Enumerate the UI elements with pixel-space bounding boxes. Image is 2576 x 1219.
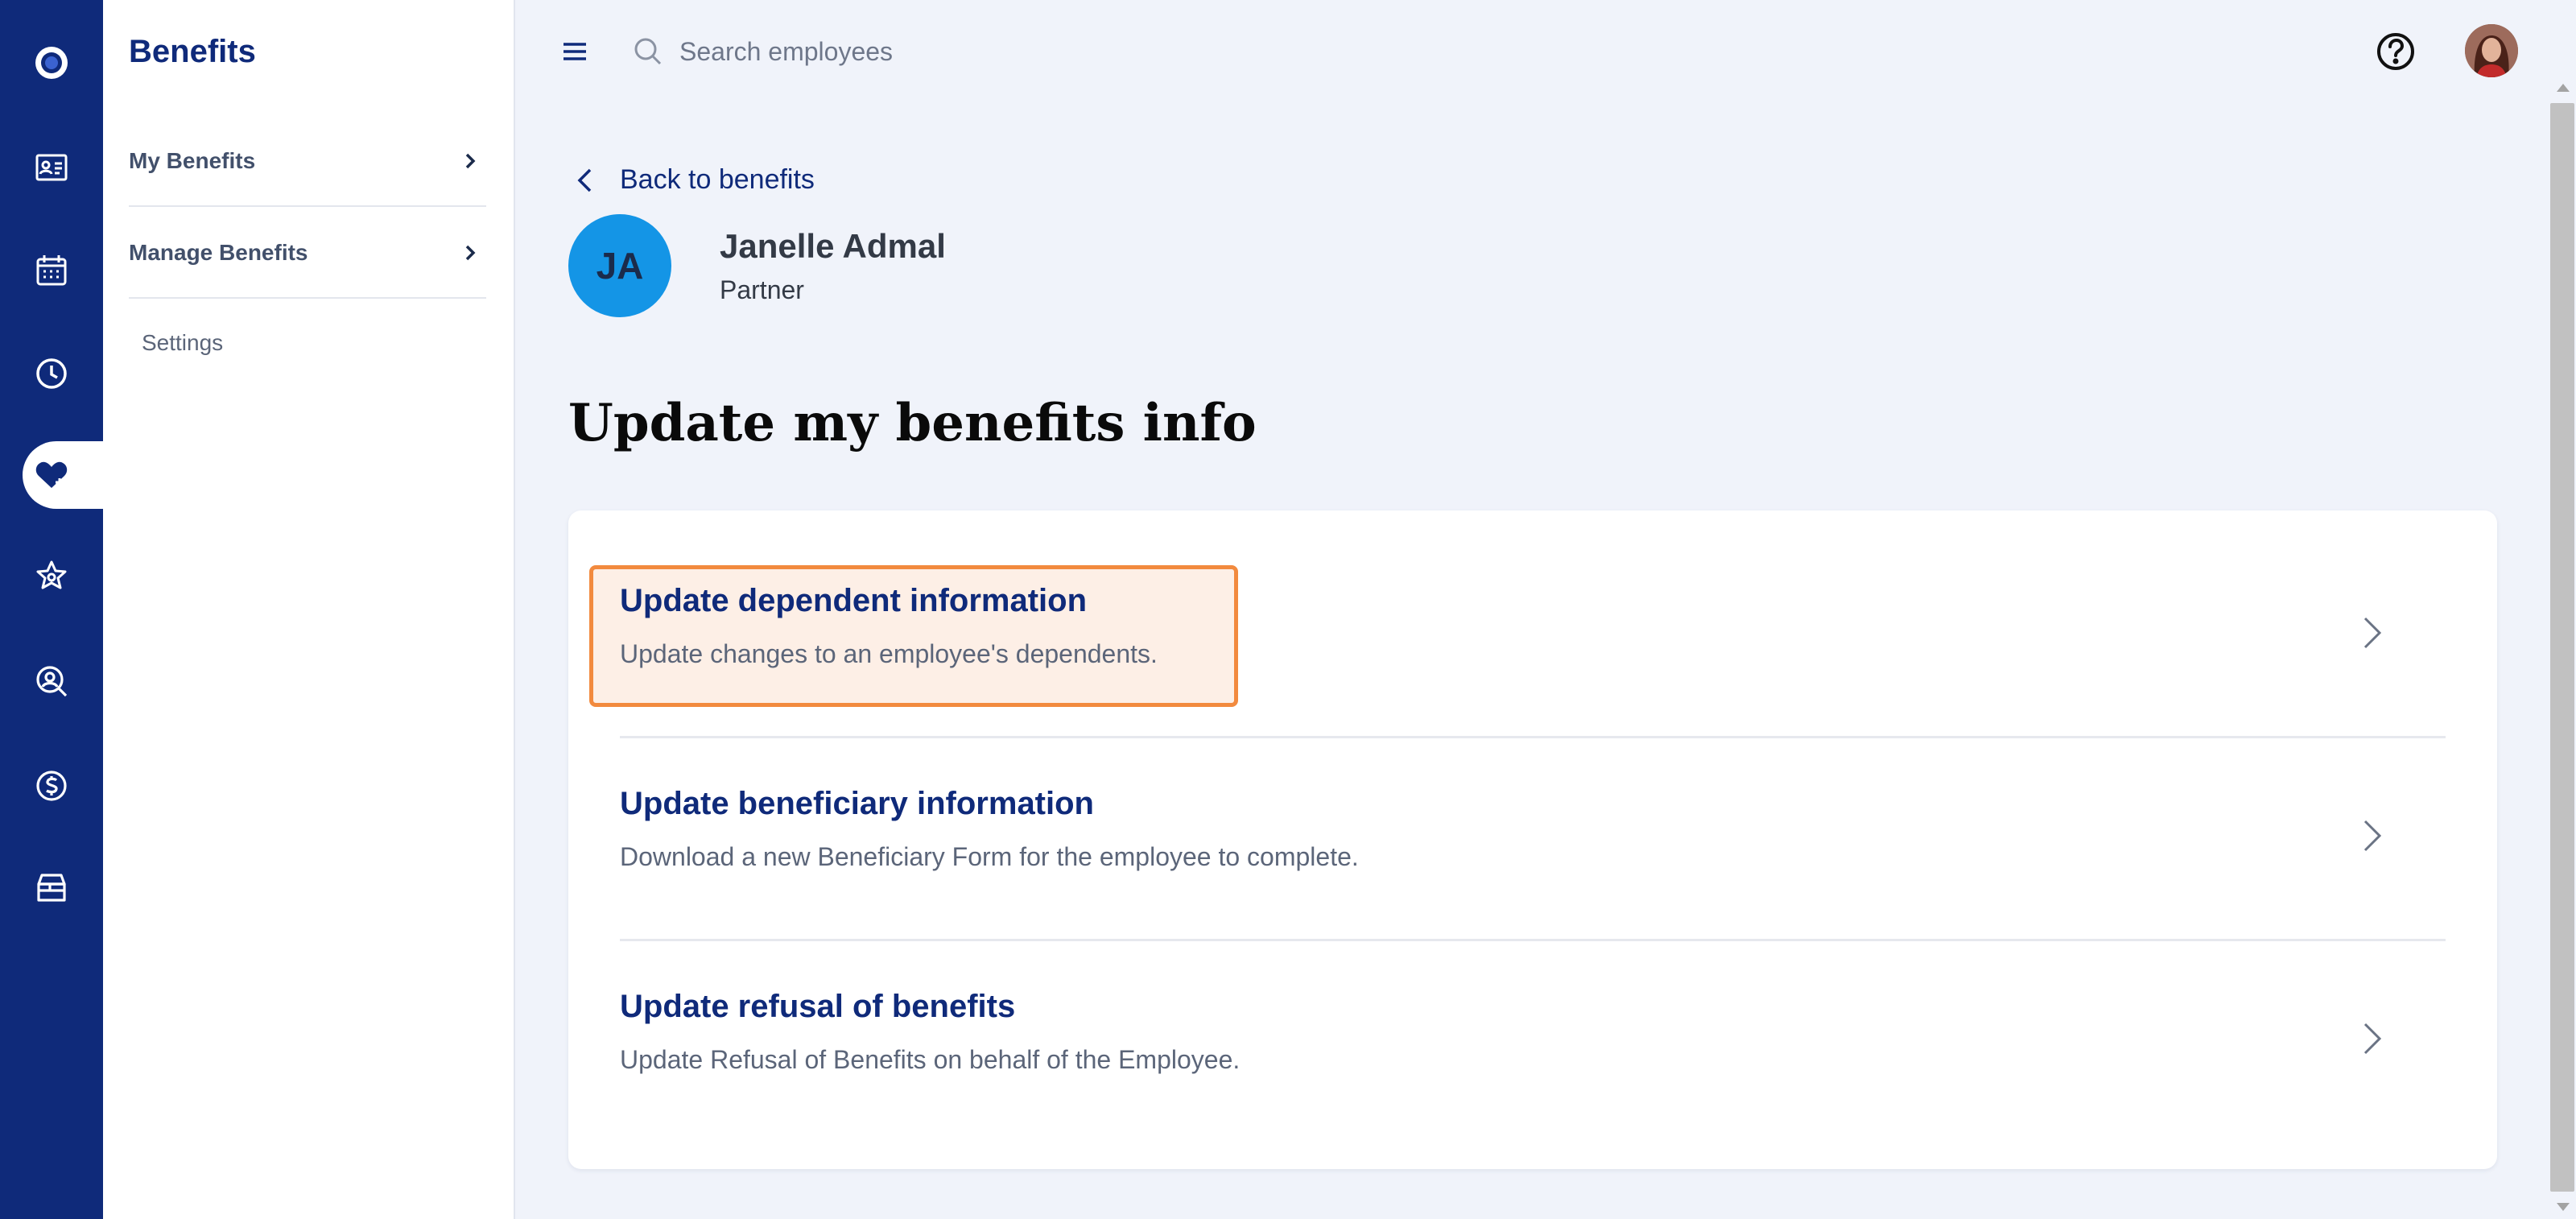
- id-card-icon[interactable]: [0, 134, 103, 201]
- search-icon: [634, 38, 662, 65]
- option-description: Update Refusal of Benefits on behalf of …: [620, 1045, 1241, 1074]
- dollar-circle-icon[interactable]: [0, 752, 103, 820]
- scroll-down-arrow-icon[interactable]: [2557, 1203, 2570, 1211]
- employee-role: Partner: [720, 275, 804, 304]
- subnav-item-my-benefits[interactable]: My Benefits: [129, 116, 486, 206]
- chevron-right-icon: [2363, 820, 2382, 852]
- subnav-item-label: My Benefits: [129, 148, 256, 173]
- calendar-icon[interactable]: [0, 237, 103, 304]
- update-beneficiary-option[interactable]: Update beneficiary information Download …: [620, 786, 2446, 939]
- back-link-label: Back to benefits: [620, 164, 815, 195]
- clock-icon[interactable]: [0, 340, 103, 407]
- chevron-right-icon: [465, 153, 476, 169]
- option-title: Update refusal of benefits: [620, 989, 1016, 1024]
- help-icon[interactable]: [2375, 31, 2417, 72]
- divider: [129, 297, 486, 299]
- divider: [129, 205, 486, 207]
- employee-avatar: JA: [568, 214, 671, 317]
- chevron-left-icon: [577, 168, 592, 192]
- options-card: Update dependent information Update chan…: [568, 510, 2497, 1169]
- option-description: Download a new Beneficiary Form for the …: [620, 842, 1359, 871]
- subnav-item-label: Manage Benefits: [129, 240, 308, 265]
- update-refusal-option[interactable]: Update refusal of benefits Update Refusa…: [620, 989, 2446, 1142]
- subnav-item-settings[interactable]: Settings: [142, 330, 223, 356]
- person-search-icon[interactable]: [0, 647, 103, 715]
- page-title: Update my benefits info: [568, 393, 1257, 453]
- user-avatar[interactable]: [2465, 24, 2518, 77]
- divider: [620, 939, 2446, 941]
- update-dependent-option[interactable]: Update dependent information Update chan…: [620, 583, 2446, 736]
- icon-rail: [0, 0, 103, 1219]
- star-icon[interactable]: [0, 543, 103, 610]
- option-description: Update changes to an employee's dependen…: [620, 639, 1158, 668]
- option-title: Update beneficiary information: [620, 786, 1094, 821]
- section-title: Benefits: [129, 34, 256, 69]
- heart-plus-icon[interactable]: [23, 441, 103, 509]
- logo-icon[interactable]: [0, 29, 103, 97]
- scrollbar-thumb[interactable]: [2550, 103, 2574, 1192]
- chevron-right-icon: [465, 245, 476, 261]
- option-title: Update dependent information: [620, 583, 1087, 618]
- search-bar: [633, 27, 1196, 76]
- app-shell: Benefits My Benefits Manage Benefits Set…: [0, 0, 2576, 1219]
- scroll-up-arrow-icon[interactable]: [2557, 84, 2570, 92]
- divider: [620, 736, 2446, 738]
- subnav-item-manage-benefits[interactable]: Manage Benefits: [129, 208, 486, 298]
- benefits-subnav: Benefits My Benefits Manage Benefits Set…: [103, 0, 515, 1219]
- hamburger-menu-icon[interactable]: [560, 37, 589, 66]
- search-input[interactable]: [679, 36, 1162, 67]
- employee-name: Janelle Admal: [720, 227, 946, 265]
- store-icon[interactable]: [0, 853, 103, 921]
- back-to-benefits-link[interactable]: Back to benefits: [572, 164, 815, 196]
- chevron-right-icon: [2363, 617, 2382, 649]
- chevron-right-icon: [2363, 1023, 2382, 1055]
